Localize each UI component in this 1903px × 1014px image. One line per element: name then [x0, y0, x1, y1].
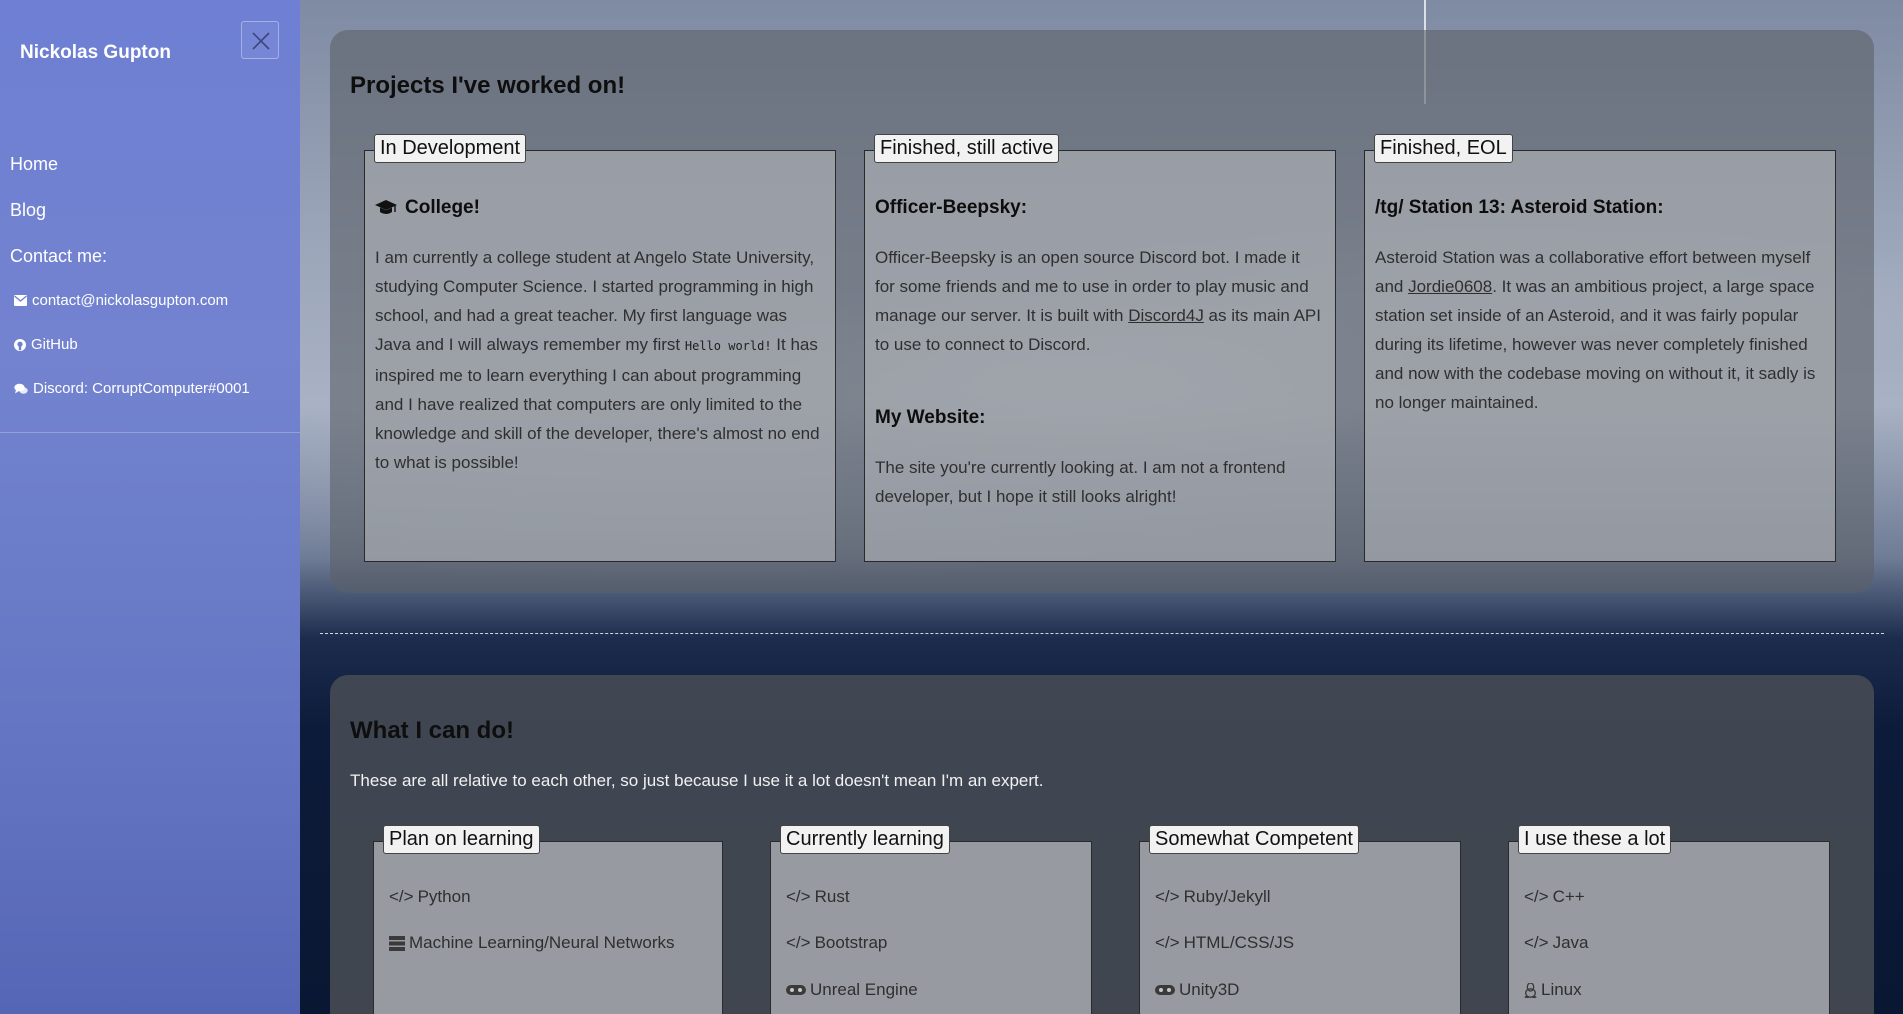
server-icon — [389, 935, 405, 951]
card-body-part: It has inspired me to learn everything I… — [375, 335, 820, 472]
projects-title: Projects I've worked on! — [350, 72, 626, 99]
skill-label: Rust — [814, 887, 850, 906]
code-snippet: Hello world! — [684, 339, 772, 353]
contact-email-text: contact@nickolasgupton.com — [32, 292, 229, 309]
code-icon: </> — [786, 887, 811, 906]
skill-item: Unity3D — [1155, 980, 1239, 1000]
nav-home-link[interactable]: Home — [10, 154, 58, 175]
graduation-cap-icon — [375, 200, 397, 214]
code-icon: </> — [389, 887, 414, 906]
github-icon — [14, 338, 26, 351]
skill-item: </> Rust — [786, 887, 850, 907]
skill-label: Ruby/Jekyll — [1183, 887, 1271, 906]
card-legend: Finished, still active — [874, 134, 1060, 163]
sidebar-divider — [0, 432, 300, 433]
card-body-text: I am currently a college student at Ange… — [375, 243, 823, 477]
jordie0608-link[interactable]: Jordie0608 — [1408, 277, 1492, 296]
card-legend: Currently learning — [780, 825, 950, 854]
skill-label: Java — [1552, 933, 1589, 952]
skill-item: Machine Learning/Neural Networks — [389, 933, 675, 953]
skill-label: HTML/CSS/JS — [1183, 933, 1295, 952]
linux-icon — [1524, 982, 1537, 998]
skill-item: </> C++ — [1524, 887, 1585, 907]
skill-label: Python — [417, 887, 471, 906]
skill-item: Unreal Engine — [786, 980, 918, 1000]
gamepad-icon — [786, 985, 806, 995]
close-sidebar-button[interactable] — [241, 21, 279, 59]
code-icon: </> — [786, 933, 811, 952]
skills-section: What I can do! These are all relative to… — [330, 675, 1874, 1014]
skill-item: </> Ruby/Jekyll — [1155, 887, 1271, 907]
contact-email-link[interactable]: contact@nickolasgupton.com — [14, 292, 228, 309]
card-heading: College! — [375, 197, 480, 219]
skill-card-plan-on-learning: Plan on learning </> Python Machine Lear… — [373, 825, 723, 1014]
website-description: The site you're currently looking at. I … — [875, 458, 1286, 506]
code-icon: </> — [1155, 887, 1180, 906]
card-heading-text: College! — [405, 197, 480, 218]
website-heading: My Website: — [875, 407, 986, 428]
discord4j-link[interactable]: Discord4J — [1128, 306, 1204, 325]
contact-discord-link[interactable]: Discord: CorruptComputer#0001 — [14, 380, 250, 397]
skill-item: Linux — [1524, 980, 1582, 1000]
card-legend: Finished, EOL — [1374, 134, 1513, 163]
skill-item: </> Bootstrap — [786, 933, 887, 953]
contact-github-link[interactable]: GitHub — [14, 336, 78, 353]
site-brand[interactable]: Nickolas Gupton — [20, 42, 171, 64]
card-legend: I use these a lot — [1518, 825, 1672, 854]
skill-label: Linux — [1541, 980, 1582, 999]
projects-section: Projects I've worked on! In Development … — [330, 30, 1874, 593]
skill-label: C++ — [1552, 887, 1585, 906]
skill-item: </> Python — [389, 887, 471, 907]
skill-label: Unreal Engine — [810, 980, 918, 999]
project-card-finished-active: Finished, still active Officer-Beepsky: … — [864, 134, 1336, 562]
skills-subtitle: These are all relative to each other, so… — [350, 771, 1044, 790]
skills-title: What I can do! — [350, 717, 514, 744]
code-icon: </> — [1155, 933, 1180, 952]
project-card-finished-eol: Finished, EOL /tg/ Station 13: Asteroid … — [1364, 134, 1836, 562]
skill-card-currently-learning: Currently learning </> Rust </> Bootstra… — [770, 825, 1092, 1014]
contact-heading: Contact me: — [10, 246, 108, 266]
gamepad-icon — [1155, 985, 1175, 995]
skill-item: </> Java — [1524, 933, 1589, 953]
beepsky-heading: Officer-Beepsky: — [875, 197, 1028, 218]
project-card-in-development: In Development College! I am currently a… — [364, 134, 836, 562]
card-legend: Somewhat Competent — [1149, 825, 1359, 854]
contact-discord-text: Discord: CorruptComputer#0001 — [33, 380, 250, 397]
card-legend: Plan on learning — [383, 825, 540, 854]
skill-card-use-a-lot: I use these a lot </> C++ </> Java Linux — [1508, 825, 1830, 1014]
card-legend: In Development — [374, 134, 527, 163]
skill-label: Bootstrap — [814, 933, 888, 952]
section-divider — [320, 633, 1884, 634]
asteroid-description: Asteroid Station was a collaborative eff… — [1375, 243, 1823, 417]
code-icon: </> — [1524, 887, 1549, 906]
envelope-icon — [14, 295, 27, 306]
sidebar: Nickolas Gupton Home Blog Contact me: co… — [0, 0, 300, 1014]
code-icon: </> — [1524, 933, 1549, 952]
chat-icon — [14, 383, 28, 394]
close-icon — [252, 32, 270, 50]
skill-label: Machine Learning/Neural Networks — [409, 933, 675, 952]
skill-card-somewhat-competent: Somewhat Competent </> Ruby/Jekyll </> H… — [1139, 825, 1461, 1014]
contact-github-text: GitHub — [31, 336, 78, 353]
asteroid-heading: /tg/ Station 13: Asteroid Station: — [1375, 197, 1664, 218]
nav-blog-link[interactable]: Blog — [10, 200, 46, 221]
skill-label: Unity3D — [1179, 980, 1240, 999]
beepsky-description: Officer-Beepsky is an open source Discor… — [875, 243, 1323, 359]
card-body-part: . It was an ambitious project, a large s… — [1375, 277, 1816, 412]
skill-item: </> HTML/CSS/JS — [1155, 933, 1294, 953]
